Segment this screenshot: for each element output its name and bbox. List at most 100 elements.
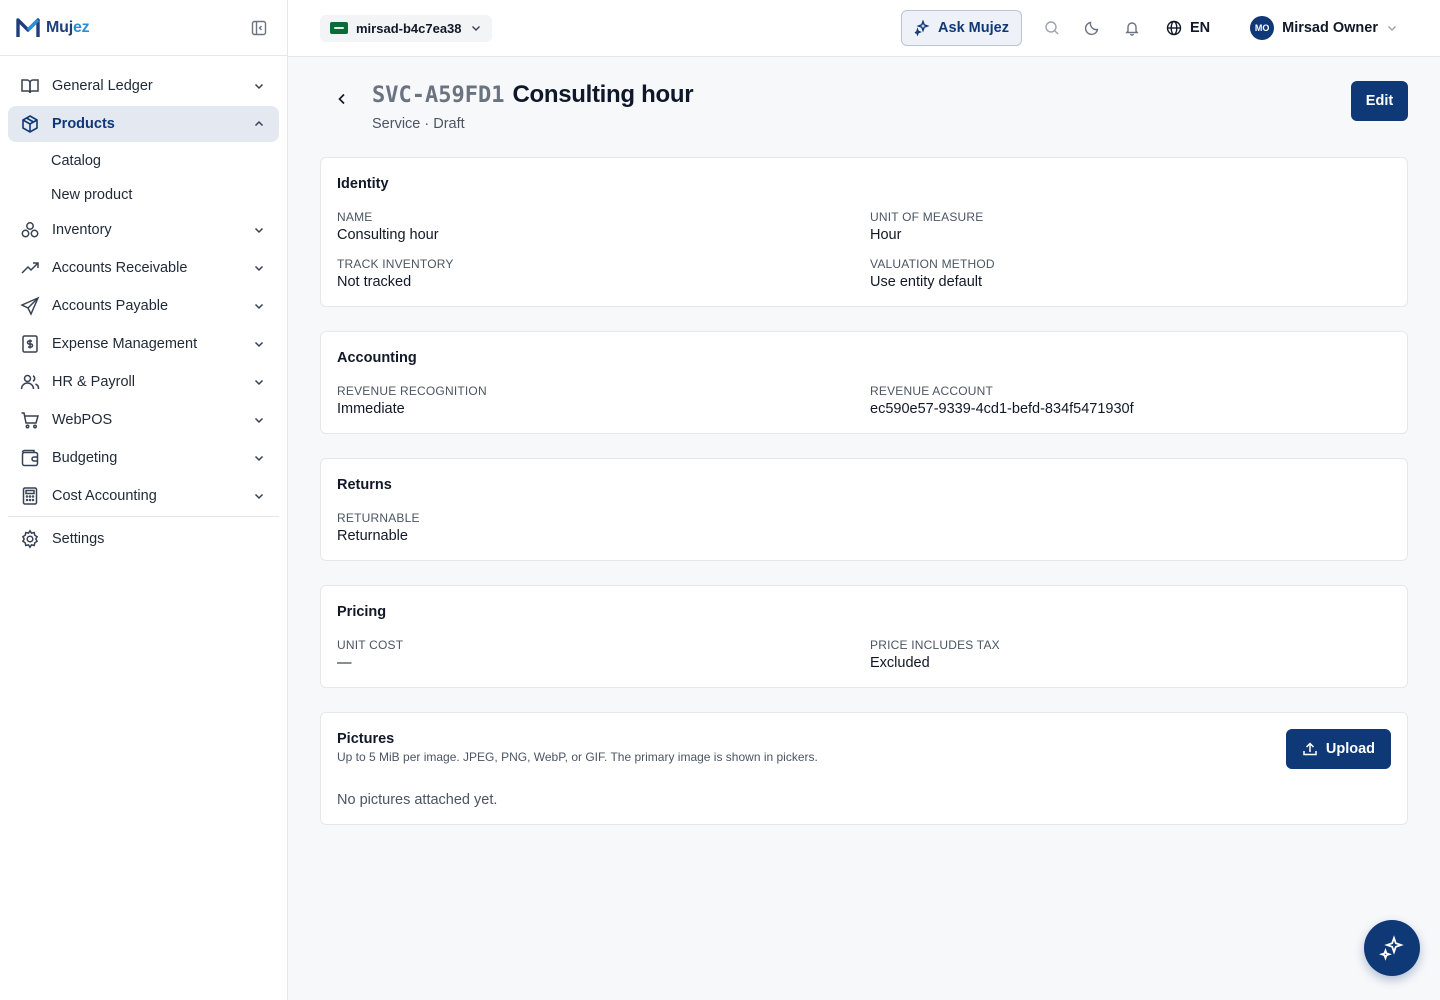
page-subtitle: Service · Draft <box>372 116 465 132</box>
field-value: Returnable <box>337 528 408 544</box>
sidebar-item-label: Cost Accounting <box>52 488 157 504</box>
field-label: VALUATION METHOD <box>870 257 995 271</box>
pictures-description: Up to 5 MiB per image. JPEG, PNG, WebP, … <box>337 750 818 764</box>
avatar: MO <box>1250 16 1275 40</box>
brand-name-accent: ez <box>72 18 90 36</box>
moon-icon <box>1084 21 1099 36</box>
upload-label: Upload <box>1325 741 1375 757</box>
field-name: NAME Consulting hour <box>337 210 870 243</box>
sparkles-icon <box>1379 935 1404 961</box>
field-revenue-recognition: REVENUE RECOGNITION Immediate <box>337 384 870 417</box>
sidebar-item-settings[interactable]: Settings <box>8 521 279 557</box>
sidebar: Mujez General Ledger Products Catalog Ne… <box>0 0 288 1000</box>
ai-assistant-fab[interactable] <box>1364 920 1420 976</box>
sidebar-item-products[interactable]: Products <box>8 106 279 142</box>
sidebar-item-label: HR & Payroll <box>52 374 135 390</box>
chevron-down-icon <box>251 374 267 390</box>
sidebar-item-hr-payroll[interactable]: HR & Payroll <box>8 364 279 400</box>
sidebar-item-inventory[interactable]: Inventory <box>8 212 279 248</box>
receipt-icon <box>20 334 40 354</box>
entity-switcher[interactable]: mirsad-b4c7ea38 <box>320 14 492 42</box>
field-unit-of-measure: UNIT OF MEASURE Hour <box>870 210 1391 243</box>
field-revenue-account: REVENUE ACCOUNT ec590e57-9339-4cd1-befd-… <box>870 384 1391 417</box>
product-name: Consulting hour <box>512 81 694 108</box>
notifications-button[interactable] <box>1112 10 1152 46</box>
user-menu[interactable]: MO Mirsad Owner <box>1224 16 1398 40</box>
user-name: Mirsad Owner <box>1282 20 1378 36</box>
sidebar-item-label: Accounts Payable <box>52 298 169 314</box>
field-value: Use entity default <box>870 274 983 290</box>
sidebar-item-general-ledger[interactable]: General Ledger <box>8 68 279 104</box>
search-button[interactable] <box>1032 10 1072 46</box>
topbar: mirsad-b4c7ea38 Ask Mujez EN MO Mirsad O… <box>288 0 1440 57</box>
edit-button[interactable]: Edit <box>1351 81 1408 121</box>
sidebar-item-label: WebPOS <box>52 412 113 428</box>
brand-name-main: Muj <box>46 18 73 36</box>
accounting-card: Accounting REVENUE RECOGNITION Immediate… <box>320 331 1408 434</box>
card-title: Accounting <box>337 350 417 366</box>
ask-mujez-label: Ask Mujez <box>938 20 1009 36</box>
field-value: — <box>337 655 352 671</box>
card-title: Returns <box>337 477 392 493</box>
chevron-down-icon <box>251 222 267 238</box>
pictures-empty-state: No pictures attached yet. <box>337 792 498 808</box>
sidebar-item-label: Products <box>52 116 115 132</box>
sidebar-item-expense-management[interactable]: Expense Management <box>8 326 279 362</box>
field-label: UNIT COST <box>337 638 404 652</box>
sidebar-item-label: Settings <box>52 531 105 547</box>
field-label: PRICE INCLUDES TAX <box>870 638 1000 652</box>
sidebar-item-webpos[interactable]: WebPOS <box>8 402 279 438</box>
boxes-icon <box>20 220 40 240</box>
chevron-down-icon <box>251 78 267 94</box>
field-value: Immediate <box>337 401 405 417</box>
field-grid: RETURNABLE Returnable <box>337 511 1391 544</box>
sidebar-item-accounts-payable[interactable]: Accounts Payable <box>8 288 279 324</box>
field-grid: REVENUE RECOGNITION Immediate REVENUE AC… <box>337 384 1391 417</box>
returns-card: Returns RETURNABLE Returnable <box>320 458 1408 561</box>
users-icon <box>20 372 40 392</box>
chevron-down-icon <box>251 336 267 352</box>
upload-icon <box>1303 742 1317 756</box>
topbar-actions: Ask Mujez EN MO Mirsad Owner <box>901 10 1398 46</box>
theme-toggle-button[interactable] <box>1072 10 1112 46</box>
nav-divider <box>8 516 279 517</box>
product-code: SVC-A59FD1 <box>372 83 505 108</box>
chevron-down-icon <box>251 412 267 428</box>
upload-button[interactable]: Upload <box>1285 729 1391 769</box>
brand-header: Mujez <box>0 0 287 56</box>
ask-mujez-button[interactable]: Ask Mujez <box>901 10 1022 46</box>
chevron-down-icon <box>251 260 267 276</box>
chevron-down-icon <box>251 488 267 504</box>
collapse-sidebar-button[interactable] <box>249 18 269 38</box>
pricing-card: Pricing UNIT COST — PRICE INCLUDES TAX E… <box>320 585 1408 688</box>
sidebar-nav: General Ledger Products Catalog New prod… <box>0 56 287 557</box>
field-track-inventory: TRACK INVENTORY Not tracked <box>337 257 870 290</box>
logo[interactable]: Mujez <box>16 17 90 39</box>
sidebar-item-accounts-receivable[interactable]: Accounts Receivable <box>8 250 279 286</box>
card-title: Pricing <box>337 604 387 620</box>
globe-icon <box>1166 20 1182 36</box>
search-icon <box>1045 21 1059 35</box>
chevron-left-icon <box>338 93 345 105</box>
cart-icon <box>20 410 40 430</box>
chevron-down-icon <box>251 450 267 466</box>
calculator-icon <box>20 486 40 506</box>
sidebar-item-cost-accounting[interactable]: Cost Accounting <box>8 478 279 514</box>
gear-icon <box>20 529 40 549</box>
book-open-icon <box>20 76 40 96</box>
language-switcher[interactable]: EN <box>1152 20 1224 36</box>
sidebar-item-label: General Ledger <box>52 78 153 94</box>
sidebar-item-budgeting[interactable]: Budgeting <box>8 440 279 476</box>
sidebar-subitem-new-product[interactable]: New product <box>8 178 279 212</box>
entity-name: mirsad-b4c7ea38 <box>356 20 462 36</box>
flag-icon <box>330 22 348 34</box>
sidebar-subitem-catalog[interactable]: Catalog <box>8 144 279 178</box>
field-label: REVENUE ACCOUNT <box>870 384 994 398</box>
field-value: ec590e57-9339-4cd1-befd-834f5471930f <box>870 401 1134 417</box>
chevron-down-icon <box>1388 26 1396 31</box>
sidebar-item-label: Budgeting <box>52 450 118 466</box>
back-button[interactable] <box>332 89 352 109</box>
panel-left-icon <box>251 20 267 36</box>
identity-card: Identity NAME Consulting hour UNIT OF ME… <box>320 157 1408 307</box>
package-icon <box>20 114 40 134</box>
